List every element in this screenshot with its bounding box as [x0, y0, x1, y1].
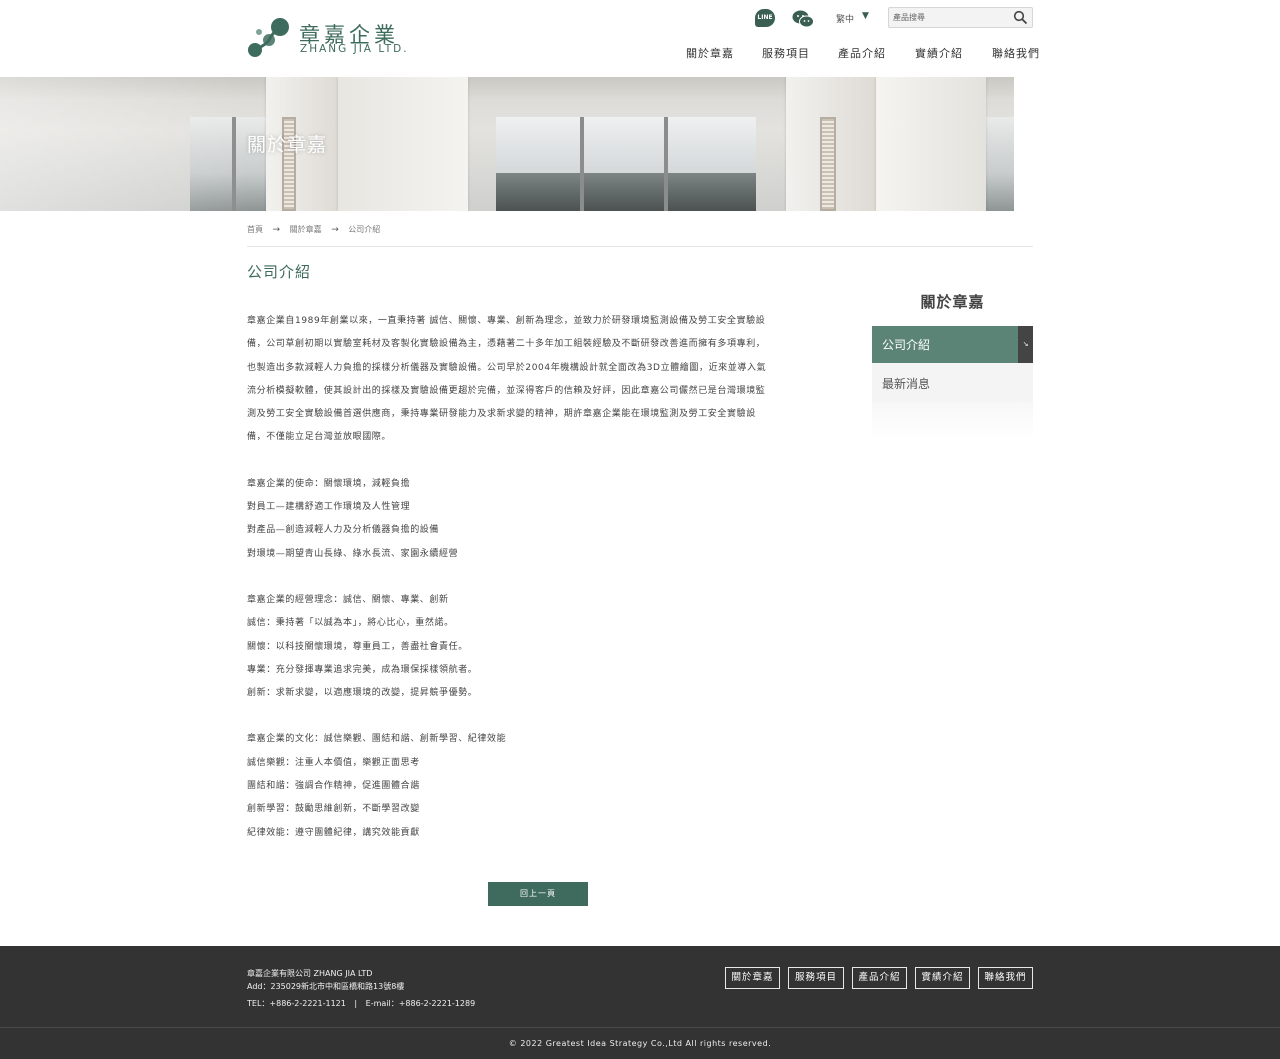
banner-window-frame: [580, 117, 584, 211]
footer-tel: TEL：+886-2-2221-1121: [247, 999, 346, 1008]
divider: [247, 246, 1033, 247]
intro-line: 備，公司草創初期以實驗室耗材及客製化實驗設備為主，憑藉著二十多年加工組裝經驗及不…: [247, 339, 766, 350]
site-footer: 章嘉企業有限公司 ZHANG JIA LTD Add：235029新北市中和區橋…: [0, 946, 1280, 1027]
footer-company-info: 章嘉企業有限公司 ZHANG JIA LTD Add：235029新北市中和區橋…: [247, 968, 404, 993]
back-button[interactable]: 回上一頁: [488, 882, 588, 906]
footer-nav-products[interactable]: 產品介紹: [852, 967, 907, 989]
philosophy-line: 創新：求新求變，以適應環境的改變，提昇競爭優勢。: [247, 688, 478, 699]
search-box: [888, 7, 1033, 28]
top-tools: LINE 繁中 ▼: [755, 6, 1035, 30]
philosophy-line: 誠信：秉持著「以誠為本」，將心比心，重然諾。: [247, 618, 454, 629]
mission-block: 章嘉企業的使命：關懷環境，減輕負擔 對員工—建構舒適工作環境及人性管理 對產品—…: [247, 473, 827, 566]
banner-cabinet-grille: [820, 117, 836, 211]
culture-line: 誠信樂觀：注重人本價值，樂觀正面思考: [247, 757, 420, 768]
nav-about[interactable]: 關於章嘉: [686, 45, 734, 61]
logo-name-en: ZHANG JIA LTD.: [300, 43, 409, 55]
intro-line: 也製造出多款減輕人力負擔的採樣分析儀器及實驗設備。公司早於2004年機構設計就全…: [247, 362, 767, 373]
sidebar-fade: [872, 402, 1033, 442]
philosophy-line: 關懷：以科技關懷環境，尊重員工，善盡社會責任。: [247, 641, 468, 652]
nav-services[interactable]: 服務項目: [762, 45, 810, 61]
footer-separator: |: [354, 999, 358, 1008]
mission-line: 對環境—期望青山長綠、綠水長流、家園永續經營: [247, 548, 459, 559]
page-banner: [0, 77, 1280, 211]
sidebar-item-label: 公司介紹: [882, 338, 931, 352]
intro-line: 章嘉企業自1989年創業以來，一直秉持著 誠信、關懷、專業、創新為理念，並致力於…: [247, 316, 766, 326]
breadcrumb-current: 公司介紹: [348, 225, 381, 234]
language-selector[interactable]: 繁中: [836, 12, 854, 25]
philosophy-line: 專業：充分發揮專業追求完美，成為環保採樣領航者。: [247, 664, 478, 675]
banner-title: 關於章嘉: [247, 134, 328, 156]
wechat-icon[interactable]: [792, 9, 814, 29]
copyright-bar: © 2022 Greatest Idea Strategy Co.,Ltd Al…: [0, 1027, 1280, 1059]
caret-down-icon[interactable]: ▼: [862, 11, 869, 21]
mission-line: 章嘉企業的使命：關懷環境，減輕負擔: [247, 478, 411, 489]
culture-line: 章嘉企業的文化：誠信樂觀、團結和諧、創新學習、紀律效能: [247, 734, 507, 745]
sidebar-title: 關於章嘉: [920, 293, 985, 311]
mission-line: 對員工—建構舒適工作環境及人性管理: [247, 502, 411, 513]
arrow-right-icon: →: [331, 225, 339, 235]
footer-contact: TEL：+886-2-2221-1121 | E-mail：+886-2-222…: [247, 998, 475, 1009]
footer-email: E-mail：+886-2-2221-1289: [365, 999, 476, 1008]
banner-city-view: [496, 173, 756, 211]
arrow-down-right-icon: ↘: [1018, 326, 1033, 363]
page-title: 公司介紹: [247, 263, 312, 281]
intro-line: 備，不僅能立足台灣並放眼國際。: [247, 432, 392, 443]
site-header: 章嘉企業 ZHANG JIA LTD. LINE 繁中 ▼ 關於章嘉 服務項目 …: [0, 0, 1280, 77]
sidebar-item-label: 最新消息: [882, 377, 931, 391]
logo[interactable]: 章嘉企業 ZHANG JIA LTD.: [247, 16, 407, 62]
sidebar-item-company-intro[interactable]: 公司介紹 ↘: [872, 326, 1033, 363]
banner-overlay: [0, 77, 250, 211]
nav-products[interactable]: 產品介紹: [838, 45, 886, 61]
culture-line: 紀律效能：遵守團體紀律，講究效能貢獻: [247, 827, 420, 838]
logo-mark-icon: [248, 18, 289, 57]
banner-cabinet: [876, 77, 986, 211]
arrow-right-icon: →: [272, 225, 281, 235]
culture-block: 章嘉企業的文化：誠信樂觀、團結和諧、創新學習、紀律效能 誠信樂觀：注重人本價值，…: [247, 728, 827, 844]
mission-line: 對產品—創造減輕人力及分析儀器負擔的設備: [247, 525, 440, 536]
culture-line: 創新學習：鼓勵思維創新，不斷學習改變: [247, 804, 420, 815]
footer-nav-projects[interactable]: 實績介紹: [915, 967, 970, 989]
search-icon[interactable]: [1013, 10, 1028, 25]
main-content: 章嘉企業自1989年創業以來，一直秉持著 誠信、關懷、專業、創新為理念，並致力於…: [247, 310, 827, 845]
culture-line: 團結和諧：強調合作精神，促進團體合諧: [247, 781, 420, 792]
copyright-text: © 2022 Greatest Idea Strategy Co.,Ltd Al…: [508, 1039, 772, 1048]
philosophy-line: 章嘉企業的經營理念：誠信、關懷、專業、創新: [247, 594, 449, 605]
line-icon[interactable]: LINE: [755, 9, 775, 27]
nav-contact[interactable]: 聯絡我們: [992, 45, 1040, 61]
banner-window-frame: [664, 117, 668, 211]
footer-nav-services[interactable]: 服務項目: [788, 967, 844, 989]
breadcrumb: 首頁 → 關於章嘉 → 公司介紹: [247, 224, 380, 235]
sidebar-item-news[interactable]: 最新消息: [872, 363, 1033, 402]
search-input[interactable]: [893, 10, 1011, 25]
philosophy-block: 章嘉企業的經營理念：誠信、關懷、專業、創新 誠信：秉持著「以誠為本」，將心比心，…: [247, 589, 827, 705]
banner-cabinet: [338, 77, 468, 211]
banner-blank-area: [1014, 77, 1280, 211]
footer-nav-about[interactable]: 關於章嘉: [725, 967, 780, 989]
nav-projects[interactable]: 實績介紹: [915, 45, 963, 61]
intro-line: 流分析模擬軟體，使其設計出的採樣及實驗設備更趨於完備，並深得客戶的信賴及好評，因…: [247, 385, 766, 396]
footer-nav-contact[interactable]: 聯絡我們: [978, 967, 1033, 989]
breadcrumb-about[interactable]: 關於章嘉: [290, 224, 322, 235]
intro-paragraph: 章嘉企業自1989年創業以來，一直秉持著 誠信、關懷、專業、創新為理念，並致力於…: [247, 310, 827, 450]
banner-cabinet: [786, 77, 876, 211]
intro-line: 測及勞工安全實驗設備首選供應商，秉持專業研發能力及求新求變的精神，期許章嘉企業能…: [247, 409, 756, 420]
footer-address: Add：235029新北市中和區橋和路13號8樓: [247, 981, 405, 991]
footer-company-name: 章嘉企業有限公司 ZHANG JIA LTD: [247, 969, 373, 978]
breadcrumb-home[interactable]: 首頁: [247, 224, 263, 235]
